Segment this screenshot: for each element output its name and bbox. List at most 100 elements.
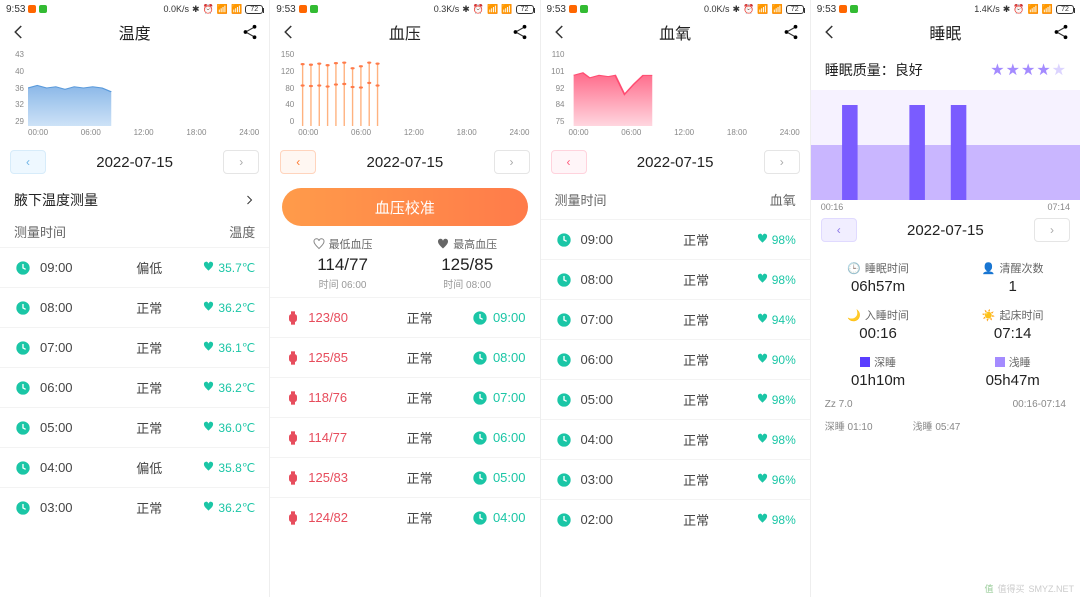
table-row[interactable]: 04:00 正常 98% xyxy=(541,419,810,459)
date-next-button[interactable]: › xyxy=(1034,218,1070,242)
row-time: 04:00 xyxy=(581,432,636,447)
share-button[interactable] xyxy=(239,21,261,43)
heart-icon xyxy=(203,501,214,515)
stat-sleep-duration: 🕒睡眠时间06h57m xyxy=(811,254,946,301)
calibrate-button[interactable]: 血压校准 xyxy=(282,188,527,226)
table-row[interactable]: 07:00 正常 94% xyxy=(541,299,810,339)
row-time: 06:00 xyxy=(581,352,636,367)
table-row[interactable]: 06:00 正常 90% xyxy=(541,339,810,379)
person-icon: 👤 xyxy=(982,262,996,275)
spo2-chart[interactable]: 110101928475 00:0006:0012:0018:0024:00 xyxy=(541,50,810,144)
clock-icon xyxy=(555,271,573,289)
screen-temperature: 9:53 0.0K/s✱⏰📶📶72 温度 4340363229 00:0006:… xyxy=(0,0,270,597)
date-next-button[interactable]: › xyxy=(223,150,259,174)
star-icon: ★ xyxy=(1021,62,1035,79)
table-row[interactable]: 125/83 正常 05:00 xyxy=(270,457,539,497)
back-button[interactable] xyxy=(8,21,30,43)
date-label: 2022-07-15 xyxy=(54,154,215,171)
clock-icon xyxy=(555,391,573,409)
back-button[interactable] xyxy=(819,21,841,43)
status-bar: 9:53 0.0K/s✱⏰📶📶72 xyxy=(541,0,810,16)
table-row[interactable]: 123/80 正常 09:00 xyxy=(270,297,539,337)
table-row[interactable]: 03:00 正常 96% xyxy=(541,459,810,499)
date-prev-button[interactable]: ‹ xyxy=(10,150,46,174)
table-row[interactable]: 06:00 正常 36.2℃ xyxy=(0,367,269,407)
table-row[interactable]: 02:00 正常 98% xyxy=(541,499,810,539)
sleep-chart[interactable] xyxy=(811,90,1080,200)
clock-icon xyxy=(14,419,32,437)
row-value: 124/82 xyxy=(308,510,368,525)
date-prev-button[interactable]: ‹ xyxy=(280,150,316,174)
screen-sleep: 9:53 1.4K/s✱⏰📶📶72 睡眠 睡眠质量：良好 ★★★★★ 00:16… xyxy=(811,0,1080,597)
bp-chart[interactable]: 15012080400 00:0006:0012:0018:0024:00 xyxy=(270,50,539,144)
date-next-button[interactable]: › xyxy=(494,150,530,174)
share-button[interactable] xyxy=(509,21,531,43)
deep-legend-icon xyxy=(860,357,870,367)
table-row[interactable]: 04:00 偏低 35.8℃ xyxy=(0,447,269,487)
table-row[interactable]: 118/76 正常 07:00 xyxy=(270,377,539,417)
table-row[interactable]: 09:00 正常 98% xyxy=(541,219,810,259)
row-time: 02:00 xyxy=(581,512,636,527)
page-title: 睡眠 xyxy=(929,20,961,44)
stat-wake-at: ☀️起床时间07:14 xyxy=(945,301,1080,348)
table-row[interactable]: 124/82 正常 04:00 xyxy=(270,497,539,537)
row-time: 05:00 xyxy=(40,420,95,435)
share-button[interactable] xyxy=(1050,21,1072,43)
table-row[interactable]: 03:00 正常 36.2℃ xyxy=(0,487,269,527)
row-status: 偏低 xyxy=(95,458,203,477)
clock-icon xyxy=(14,299,32,317)
back-button[interactable] xyxy=(278,21,300,43)
table-row[interactable]: 05:00 正常 98% xyxy=(541,379,810,419)
row-time: 09:00 xyxy=(581,232,636,247)
date-prev-button[interactable]: ‹ xyxy=(821,218,857,242)
section-header[interactable]: 腋下温度测量 xyxy=(0,180,269,220)
row-status: 正常 xyxy=(368,308,471,327)
row-value: 125/83 xyxy=(308,470,368,485)
status-bar: 9:53 0.3K/s✱⏰📶📶72 xyxy=(270,0,539,16)
heart-outline-icon xyxy=(313,238,325,250)
date-prev-button[interactable]: ‹ xyxy=(551,150,587,174)
row-time: 09:00 xyxy=(493,310,526,325)
row-status: 正常 xyxy=(636,430,757,449)
heart-icon xyxy=(203,381,214,395)
temperature-chart[interactable]: 4340363229 00:0006:0012:0018:0024:00 xyxy=(0,50,269,144)
heart-icon xyxy=(757,393,768,407)
table-row[interactable]: 07:00 正常 36.1℃ xyxy=(0,327,269,367)
table-row[interactable]: 08:00 正常 98% xyxy=(541,259,810,299)
clock-icon xyxy=(14,459,32,477)
row-value: 36.2℃ xyxy=(203,381,255,395)
stat-sleep-at: 🌙入睡时间00:16 xyxy=(811,301,946,348)
date-next-button[interactable]: › xyxy=(764,150,800,174)
table-row[interactable]: 09:00 偏低 35.7℃ xyxy=(0,247,269,287)
row-status: 正常 xyxy=(636,390,757,409)
back-button[interactable] xyxy=(549,21,571,43)
row-status: 正常 xyxy=(368,348,471,367)
heart-icon xyxy=(757,433,768,447)
row-value: 96% xyxy=(757,473,796,487)
star-icon: ★ xyxy=(1006,62,1020,79)
row-status: 偏低 xyxy=(95,258,203,277)
clock-icon xyxy=(471,509,489,527)
chevron-right-icon xyxy=(243,194,255,206)
watch-icon xyxy=(284,309,302,327)
row-time: 08:00 xyxy=(40,300,95,315)
sleep-stars: ★★★★★ xyxy=(989,60,1066,80)
row-time: 07:00 xyxy=(40,340,95,355)
table-row[interactable]: 05:00 正常 36.0℃ xyxy=(0,407,269,447)
heart-icon xyxy=(203,421,214,435)
table-row[interactable]: 125/85 正常 08:00 xyxy=(270,337,539,377)
heart-icon xyxy=(757,273,768,287)
table-row[interactable]: 08:00 正常 36.2℃ xyxy=(0,287,269,327)
row-time: 05:00 xyxy=(493,470,526,485)
row-value: 125/85 xyxy=(308,350,368,365)
heart-icon xyxy=(757,473,768,487)
clock-icon xyxy=(14,499,32,517)
clock-icon xyxy=(555,351,573,369)
stat-light: 浅睡05h47m xyxy=(945,348,1080,395)
table-row[interactable]: 114/77 正常 06:00 xyxy=(270,417,539,457)
row-value: 118/76 xyxy=(308,390,368,405)
row-time: 08:00 xyxy=(493,350,526,365)
share-button[interactable] xyxy=(780,21,802,43)
row-time: 04:00 xyxy=(493,510,526,525)
heart-icon xyxy=(203,261,214,275)
